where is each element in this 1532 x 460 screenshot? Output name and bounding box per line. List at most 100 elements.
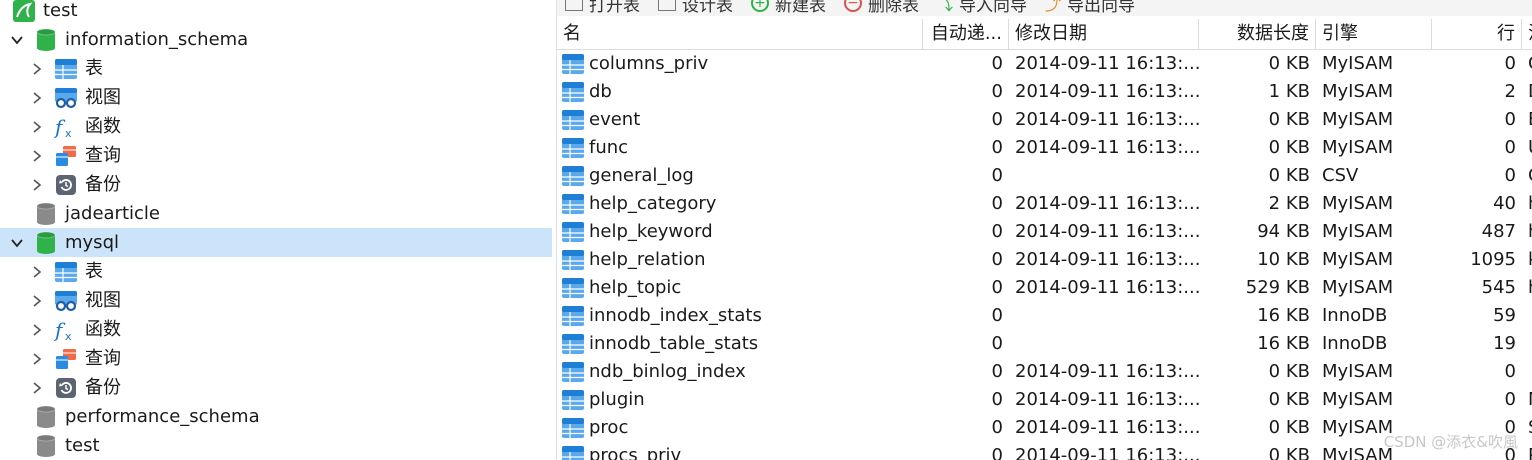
cell-auto-increment: 0 (991, 305, 1003, 326)
cell-modified-date: 2014-09-11 16:13:... (1015, 221, 1199, 242)
table-row[interactable]: func02014-09-11 16:13:...0 KBMyISAM0U (557, 134, 1532, 162)
new-table-label: 新建表 (775, 0, 826, 16)
chevron-right-icon[interactable] (28, 321, 46, 339)
tree-database-jadearticle[interactable]: jadearticle (0, 199, 552, 228)
table-row[interactable]: plugin02014-09-11 16:13:...0 KBMyISAM0M (557, 386, 1532, 414)
design-table-button[interactable]: 设计表 (658, 0, 733, 16)
column-header-data-length[interactable]: 数据长度 (1199, 19, 1316, 49)
chevron-right-icon[interactable] (28, 292, 46, 310)
table-row[interactable]: event02014-09-11 16:13:...0 KBMyISAM0E (557, 106, 1532, 134)
tree-information-schema-backups[interactable]: 备份 (0, 170, 552, 199)
tree-node-label: 视图 (85, 87, 121, 108)
new-table-button[interactable]: + 新建表 (751, 0, 826, 16)
column-header-comment[interactable]: 注 (1522, 19, 1532, 49)
chevron-right-icon[interactable] (28, 350, 46, 368)
cell-engine: MyISAM (1322, 53, 1394, 74)
table-row[interactable]: general_log00 KBCSV0G (557, 162, 1532, 190)
export-wizard-label: 导出向导 (1067, 0, 1136, 16)
tree-database-mysql[interactable]: mysql (0, 228, 552, 257)
cell-data-length: 10 KB (1257, 249, 1310, 270)
svg-text:x: x (65, 127, 72, 139)
cell-data-length: 0 KB (1268, 165, 1310, 186)
tree-node-label: jadearticle (65, 203, 160, 224)
tree-mysql-functions[interactable]: f x 函数 (0, 315, 552, 344)
cell-rows: 59 (1493, 305, 1516, 326)
delete-table-button[interactable]: − 删除表 (844, 0, 919, 16)
table-row[interactable]: help_topic 0 2014-09-11 16:13:... 529 KB MyI… (557, 274, 1532, 302)
tree-database-information-schema[interactable]: information_schema (0, 25, 552, 54)
cell-rows: 0 (1504, 53, 1516, 74)
cell-modified-date: 2014-09-11 16:13:... (1015, 249, 1199, 270)
table-row[interactable]: help_relation 0 2014-09-11 16:13:... 10 KB M… (557, 246, 1532, 274)
chevron-down-icon[interactable] (8, 31, 26, 49)
column-header-name[interactable]: 名 (557, 19, 923, 49)
chevron-right-icon[interactable] (28, 89, 46, 107)
tree-connection-test[interactable]: test (0, 0, 552, 25)
cell-auto-increment: 0 (991, 221, 1003, 242)
table-row[interactable]: innodb_index_stats 0 16 KB InnoDB 59 (557, 302, 1532, 330)
table-row[interactable]: ndb_binlog_index 0 2014-09-11 16:13:... 0 K… (557, 358, 1532, 386)
chevron-right-icon[interactable] (28, 147, 46, 165)
cell-data-length: 0 KB (1268, 137, 1310, 158)
table-row[interactable]: help_category 0 2014-09-11 16:13:... 2 KB My… (557, 190, 1532, 218)
cell-modified-date: 2014-09-11 16:13:... (1015, 277, 1199, 298)
cell-comment: k (1522, 246, 1532, 274)
query-icon (54, 347, 78, 371)
chevron-right-icon[interactable] (28, 60, 46, 78)
cell-engine: MyISAM (1322, 193, 1394, 214)
cell-data-length: 0 KB (1268, 361, 1310, 382)
tree-information-schema-queries[interactable]: 查询 (0, 141, 552, 170)
cell-data-length: 2 KB (1268, 193, 1310, 214)
open-table-button[interactable]: 打开表 (565, 0, 640, 16)
column-header-engine[interactable]: 引擎 (1316, 19, 1432, 49)
table-row[interactable]: db 0 2014-09-11 16:13:... 1 KB MyISAM 2D (557, 78, 1532, 106)
cell-name: columns_priv (589, 53, 709, 74)
cell-engine: InnoDB (1322, 305, 1388, 326)
cell-auto-increment: 0 (991, 165, 1003, 186)
tree-node-label: 表 (85, 261, 103, 282)
tree-node-label: test (43, 0, 78, 21)
cell-comment: S (1522, 414, 1532, 442)
tree-database-performance-schema[interactable]: performance_schema (0, 402, 552, 431)
cell-engine: MyISAM (1322, 81, 1394, 102)
cell-rows: 0 (1504, 361, 1516, 382)
cell-rows: 0 (1504, 165, 1516, 186)
import-wizard-button[interactable]: ⤵ 导入向导 (937, 0, 1027, 16)
chevron-right-icon[interactable] (28, 263, 46, 281)
tree-mysql-tables[interactable]: 表 (0, 257, 552, 286)
tree-information-schema-views[interactable]: 视图 (0, 83, 552, 112)
cell-comment: C (1522, 50, 1532, 78)
table-icon (561, 193, 585, 215)
tree-node-label: 备份 (85, 377, 121, 398)
tree-mysql-queries[interactable]: 查询 (0, 344, 552, 373)
chevron-right-icon[interactable] (28, 176, 46, 194)
cell-name: event (589, 109, 641, 130)
export-wizard-button[interactable]: ⤴ 导出向导 (1045, 0, 1135, 16)
object-grid: 打开表 设计表 + 新建表 − 删除表 ⤵ 导入向导 ⤴ 导出向导 名自动递..… (556, 0, 1532, 460)
table-row[interactable]: columns_priv 0 2014-09-11 16:13:... 0 KB MyI… (557, 50, 1532, 78)
table-row[interactable]: innodb_table_stats 0 16 KB InnoDB 19 (557, 330, 1532, 358)
tree-mysql-backups[interactable]: 备份 (0, 373, 552, 402)
cell-comment: h (1522, 218, 1532, 246)
cell-data-length: 0 KB (1268, 53, 1310, 74)
database-icon (34, 202, 58, 226)
cell-name: func (589, 137, 629, 158)
column-header-modified-date[interactable]: 修改日期 (1009, 19, 1199, 49)
chevron-right-icon[interactable] (28, 379, 46, 397)
chevron-down-icon[interactable] (8, 234, 26, 252)
tree-mysql-views[interactable]: 视图 (0, 286, 552, 315)
view-icon (54, 289, 78, 313)
table-row[interactable]: help_keyword 0 2014-09-11 16:13:... 94 KB My… (557, 218, 1532, 246)
chevron-right-icon[interactable] (28, 118, 46, 136)
cell-rows: 0 (1504, 137, 1516, 158)
column-header-rows[interactable]: 行 (1432, 19, 1522, 49)
cell-engine: MyISAM (1322, 221, 1394, 242)
cell-auto-increment: 0 (991, 417, 1003, 438)
cell-name: db (589, 81, 612, 102)
tree-information-schema-tables[interactable]: 表 (0, 54, 552, 83)
cell-auto-increment: 0 (991, 137, 1003, 158)
tree-information-schema-functions[interactable]: f x 函数 (0, 112, 552, 141)
tree-database-test[interactable]: test (0, 431, 552, 460)
column-header-auto-increment[interactable]: 自动递... (923, 19, 1009, 49)
tree-node-label: 表 (85, 58, 103, 79)
